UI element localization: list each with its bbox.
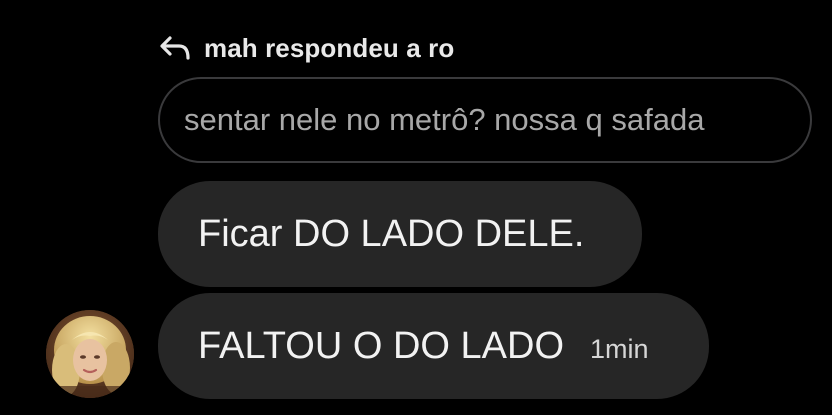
user-avatar-photo [46,310,134,398]
quoted-message[interactable]: sentar nele no metrô? nossa q safada [158,77,812,163]
sender-avatar[interactable] [46,310,134,398]
message-text: FALTOU O DO LADO [198,324,565,367]
direct-message-thread: mah respondeu a ro sentar nele no metrô?… [0,0,832,415]
reply-context-text: mah respondeu a ro [204,32,455,63]
reply-context-header: mah respondeu a ro [158,30,454,66]
quoted-message-text: sentar nele no metrô? nossa q safada [184,102,705,137]
message-text: Ficar DO LADO DELE. [198,212,585,255]
message-bubble[interactable]: FALTOU O DO LADO 1min [158,293,709,399]
message-timestamp: 1min [590,333,649,364]
reply-arrow-icon [158,34,192,62]
message-bubble[interactable]: Ficar DO LADO DELE. [158,181,642,287]
